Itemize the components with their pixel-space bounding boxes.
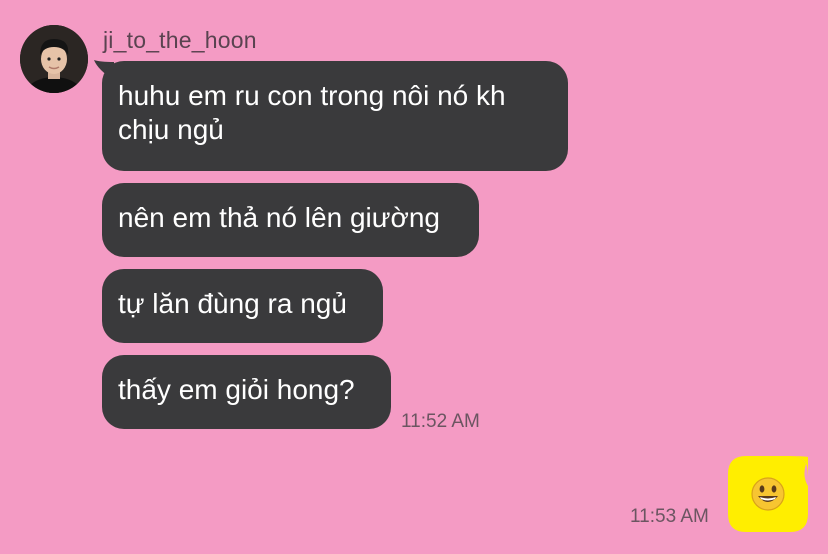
message-text: thấy em giỏi hong? bbox=[118, 374, 355, 405]
contact-avatar[interactable] bbox=[20, 25, 88, 93]
message-bubble[interactable]: huhu em ru con trong nôi nó kh chịu ngủ bbox=[102, 61, 568, 171]
smiling-face-icon bbox=[751, 477, 785, 511]
message-bubble[interactable]: thấy em giỏi hong? bbox=[102, 355, 391, 429]
message-text: nên em thả nó lên giường bbox=[118, 202, 440, 233]
message-text: huhu em ru con trong nôi nó kh chịu ngủ bbox=[118, 80, 506, 145]
received-timestamp: 11:52 AM bbox=[401, 411, 480, 432]
message-bubble[interactable]: tự lăn đùng ra ngủ bbox=[102, 269, 383, 343]
sent-emoji-bubble[interactable] bbox=[728, 456, 814, 532]
avatar-photo bbox=[20, 25, 88, 93]
sent-timestamp: 11:53 AM bbox=[630, 506, 709, 527]
message-text: tự lăn đùng ra ngủ bbox=[118, 288, 347, 319]
contact-username[interactable]: ji_to_the_hoon bbox=[103, 27, 257, 54]
message-bubble[interactable]: nên em thả nó lên giường bbox=[102, 183, 479, 257]
